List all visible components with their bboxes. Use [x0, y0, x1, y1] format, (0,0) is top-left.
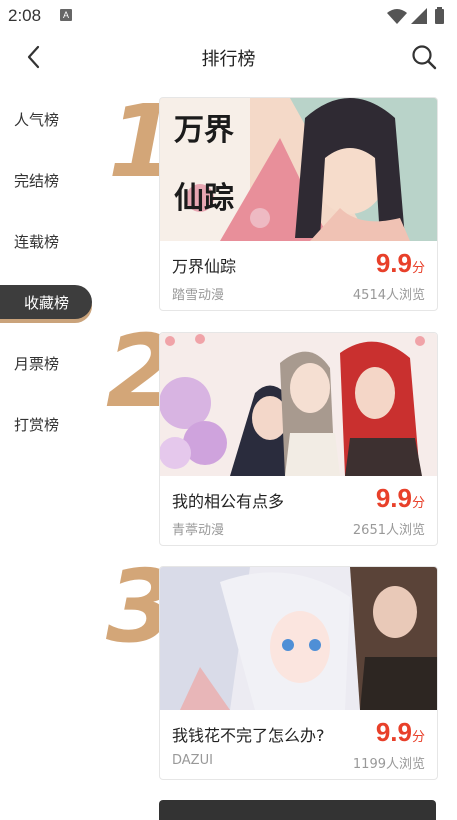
comic-cover: 万界 仙踪: [160, 98, 437, 241]
comic-title: 我的相公有点多: [172, 492, 285, 511]
status-bar: 2:08 A: [0, 0, 457, 32]
sidebar-item-popular[interactable]: 人气榜: [0, 102, 100, 138]
signal-icon: [411, 8, 427, 24]
sidebar-item-tips[interactable]: 打赏榜: [0, 407, 100, 443]
comic-card[interactable]: 万界 仙踪 万界仙踪 9.9分 踏雪动漫 4514人浏览: [159, 97, 438, 311]
svg-text:仙踪: 仙踪: [174, 181, 234, 216]
status-time: 2:08: [8, 6, 42, 25]
comic-views: 1199人浏览: [352, 757, 425, 772]
comic-title: 万界仙踪: [172, 257, 237, 276]
sidebar-item-label: 月票榜: [14, 355, 60, 373]
comic-views: 2651人浏览: [352, 523, 425, 538]
comic-cover: [160, 567, 437, 710]
app-header: 排行榜: [0, 32, 457, 82]
sidebar-item-label: 收藏榜: [24, 294, 70, 312]
comic-card[interactable]: 我的相公有点多 9.9分 青葶动漫 2651人浏览: [159, 332, 438, 546]
notification-icon: A: [60, 9, 72, 21]
comic-score: 9.9分: [375, 717, 425, 747]
search-button[interactable]: [409, 42, 439, 72]
page-title: 排行榜: [201, 49, 256, 70]
wifi-icon: [387, 9, 407, 24]
sidebar-item-favorites[interactable]: 收藏榜: [0, 285, 100, 321]
comic-author: 踏雪动漫: [172, 288, 225, 303]
comic-cover: [160, 333, 437, 476]
comic-author: DAZUI: [172, 753, 213, 768]
status-icons: [385, 7, 449, 29]
sidebar-item-completed[interactable]: 完结榜: [0, 163, 100, 199]
sidebar-item-label: 打赏榜: [14, 416, 60, 434]
comic-author: 青葶动漫: [172, 523, 225, 538]
sidebar-item-label: 连载榜: [14, 233, 60, 251]
comic-title: 我钱花不完了怎么办?: [172, 726, 325, 745]
comic-views: 4514人浏览: [352, 288, 425, 303]
battery-icon: [435, 9, 444, 24]
sidebar-item-label: 完结榜: [14, 172, 60, 190]
sidebar-item-label: 人气榜: [14, 111, 60, 129]
comic-score: 9.9分: [375, 248, 425, 278]
comic-score: 9.9分: [375, 483, 425, 513]
search-icon: [412, 45, 437, 70]
comic-card[interactable]: 我钱花不完了怎么办? 9.9分 DAZUI 1199人浏览: [159, 566, 438, 780]
sidebar-item-monthly-ticket[interactable]: 月票榜: [0, 346, 100, 382]
sidebar-item-serializing[interactable]: 连载榜: [0, 224, 100, 260]
cover-title-art: 万界: [174, 113, 234, 148]
comic-card-partial[interactable]: [159, 800, 436, 820]
